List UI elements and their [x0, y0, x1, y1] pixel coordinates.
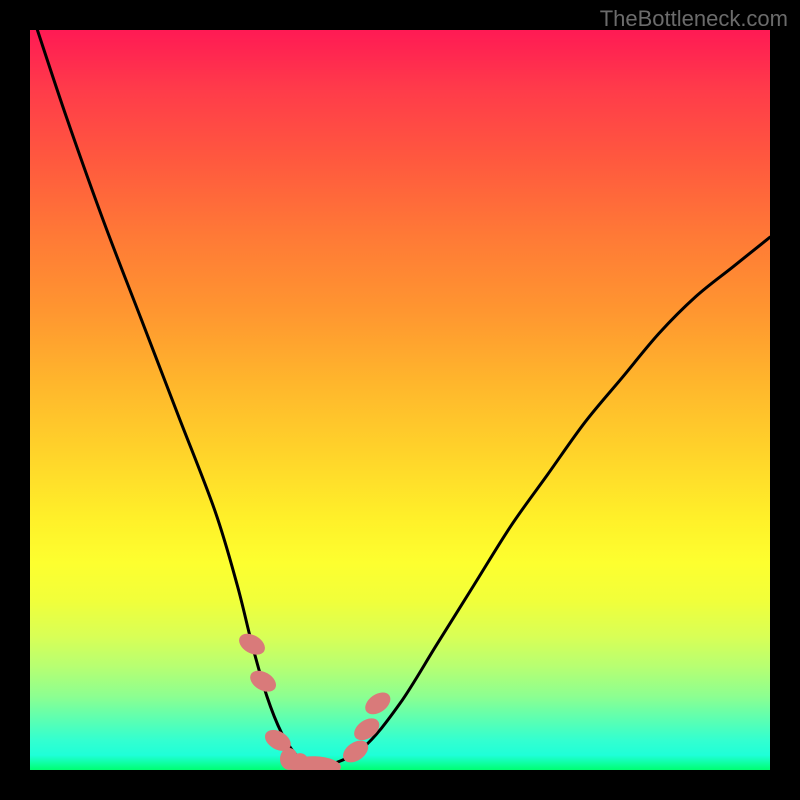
curve-marker — [289, 755, 342, 770]
curve-layer — [30, 30, 770, 770]
curve-marker — [261, 726, 294, 756]
heatmap-plot-area — [30, 30, 770, 770]
outer-frame: TheBottleneck.com — [0, 0, 800, 800]
curve-marker — [361, 688, 394, 719]
curve-marker — [291, 753, 309, 770]
curve-marker — [235, 629, 268, 659]
attribution-text: TheBottleneck.com — [600, 6, 788, 32]
curve-marker — [246, 666, 279, 696]
curve-marker — [280, 748, 298, 770]
bottleneck-curve — [37, 30, 770, 768]
curve-marker — [350, 714, 383, 745]
curve-marker — [339, 736, 372, 767]
